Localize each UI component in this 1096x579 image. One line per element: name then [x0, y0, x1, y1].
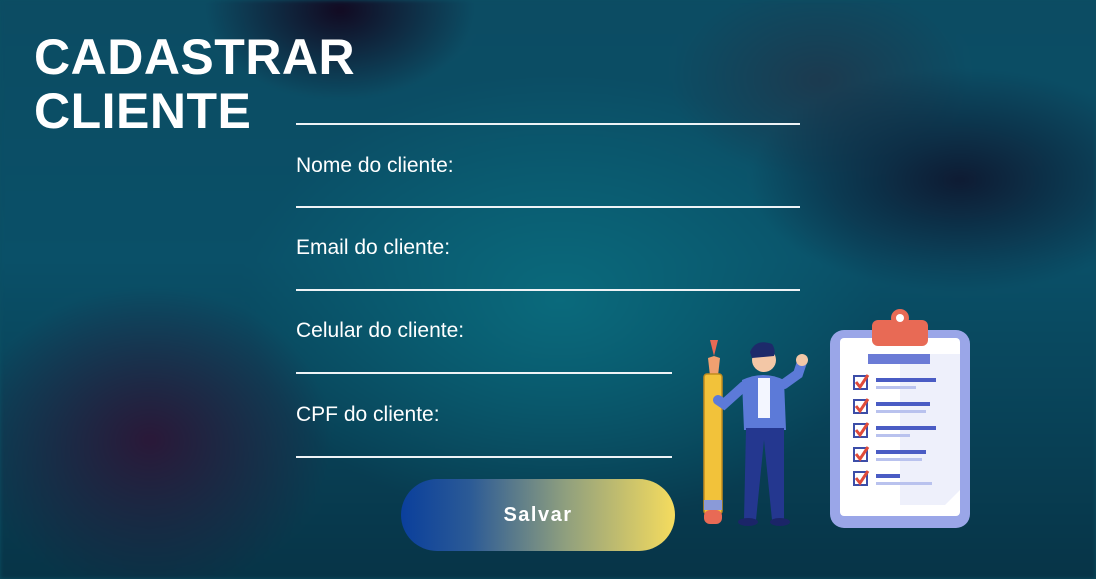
illustration [703, 309, 970, 528]
name-underline [296, 206, 800, 208]
email-input[interactable] [296, 258, 800, 288]
email-underline [296, 289, 800, 291]
divider [296, 123, 800, 125]
name-input[interactable] [296, 176, 800, 206]
page-title-line-1: CADASTRAR [34, 29, 356, 85]
page-title: CADASTRAR CLIENTE [34, 30, 355, 138]
cpf-input[interactable] [296, 425, 672, 455]
clipboard-checklist-icon [830, 309, 970, 528]
save-button[interactable]: Salvar [401, 479, 675, 551]
page-title-line-2: CLIENTE [34, 83, 252, 139]
name-label: Nome do cliente: [296, 154, 454, 177]
cpf-label: CPF do cliente: [296, 403, 440, 426]
cpf-underline [296, 456, 672, 458]
phone-label: Celular do cliente: [296, 319, 465, 342]
phone-underline [296, 372, 672, 374]
pencil-icon [703, 340, 723, 524]
person-icon [713, 342, 808, 526]
email-label: Email do cliente: [296, 236, 451, 259]
phone-input[interactable] [296, 341, 672, 371]
